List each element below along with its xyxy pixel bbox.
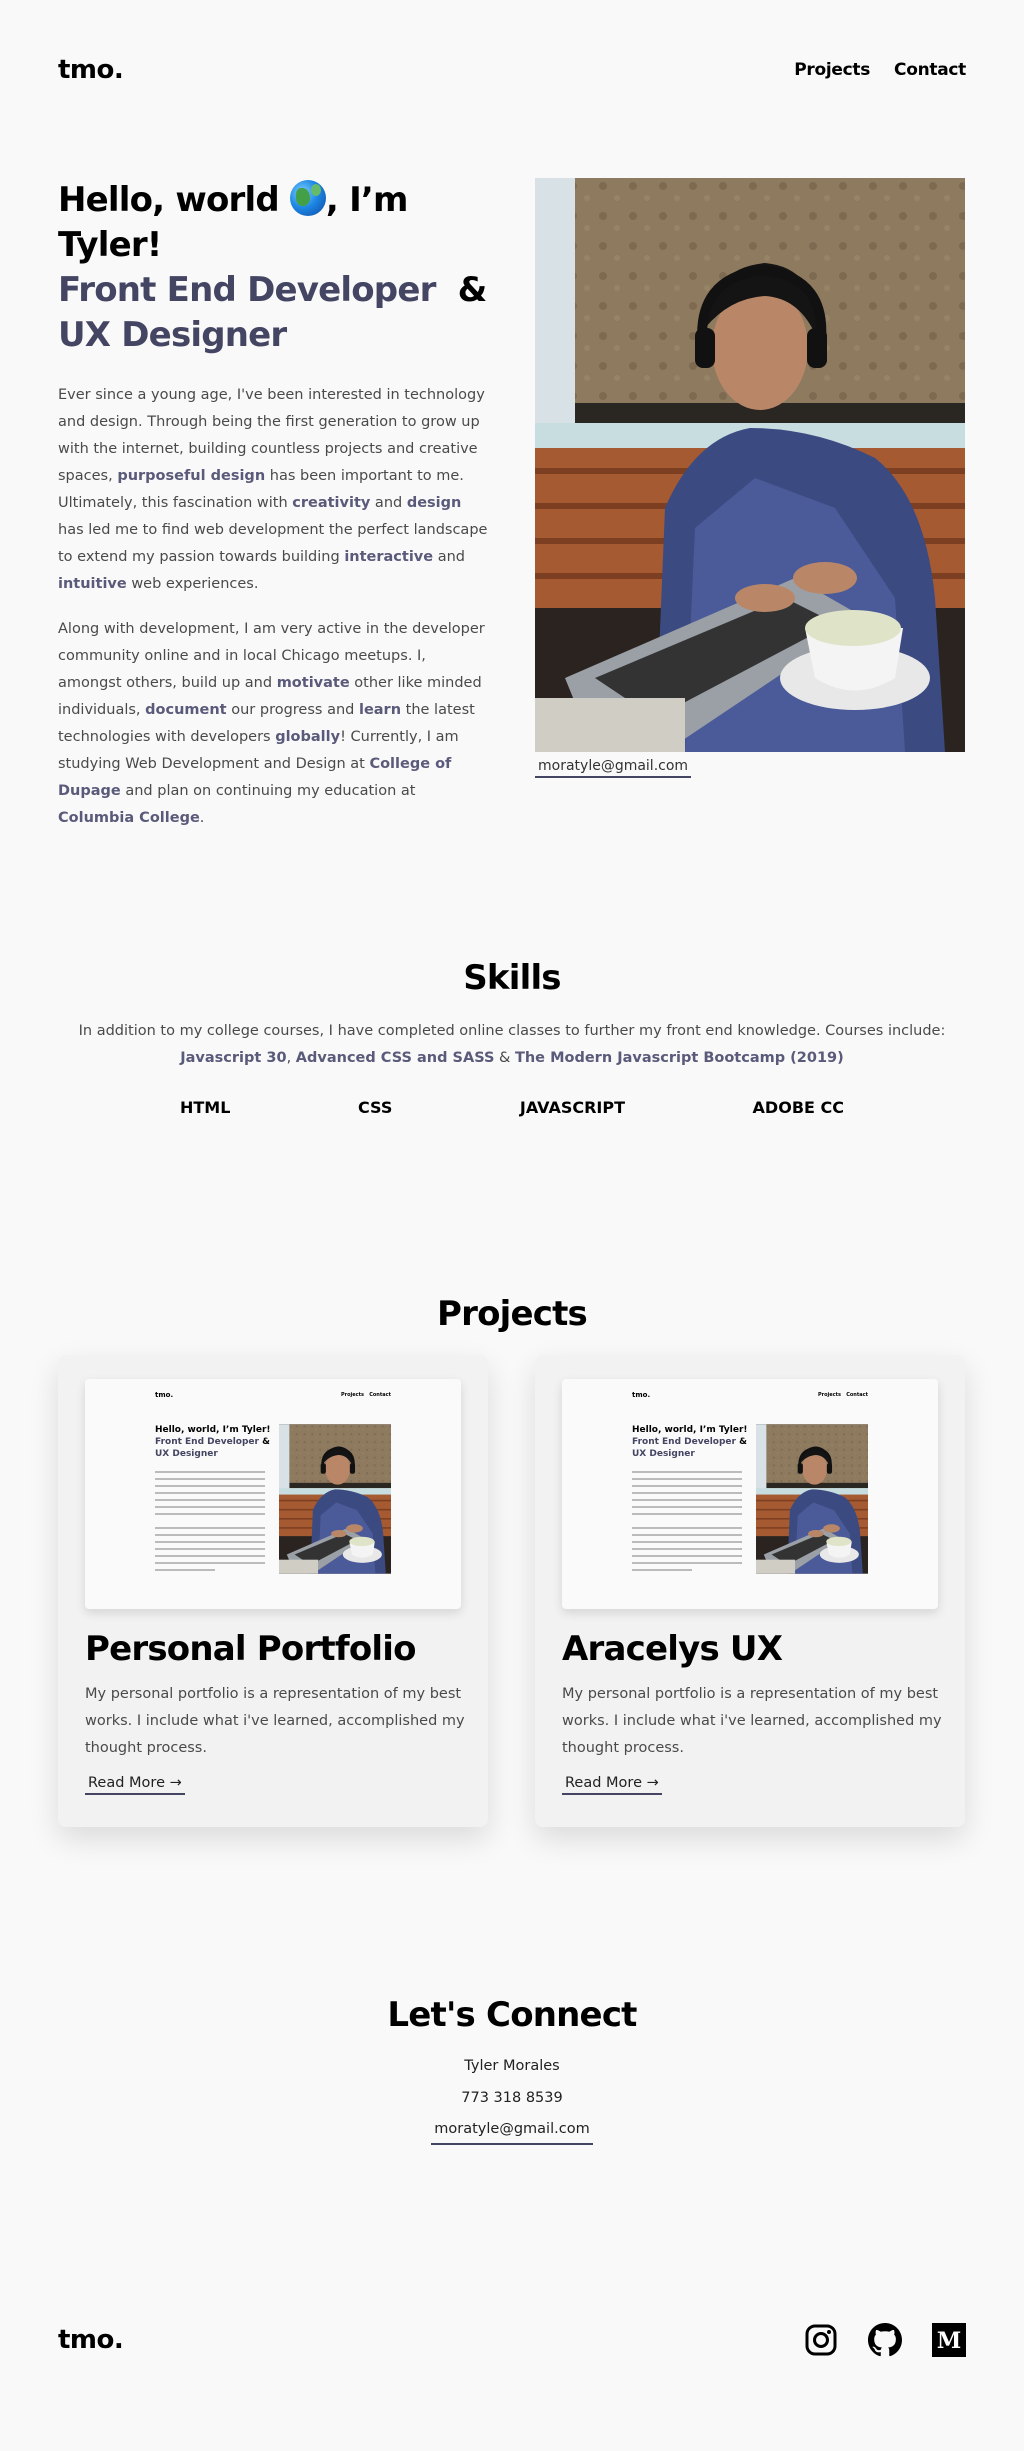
profile-photo [535, 178, 965, 752]
hero-intro: Hello, world , I’m Tyler! Front End Deve… [58, 178, 490, 850]
bio-highlight: globally [275, 729, 341, 745]
svg-text:M: M [937, 2328, 961, 2354]
instagram-icon[interactable] [804, 2323, 838, 2357]
thumbnail-nav: Projects Contact [817, 1392, 868, 1398]
thumbnail-logo: tmo. [632, 1391, 651, 1399]
bio-paragraph-2: Along with development, I am very active… [58, 621, 485, 826]
thumbnail-logo: tmo. [155, 1391, 174, 1399]
bio-highlight: purposeful design [117, 468, 266, 484]
site-footer: tmo. M [58, 2318, 966, 2362]
project-thumbnail[interactable]: tmo. Projects Contact Hello, world, I’m … [85, 1379, 461, 1609]
hero-role-developer: Front End Developer [58, 270, 436, 310]
project-description: My personal portfolio is a representatio… [562, 1686, 942, 1756]
bio-highlight: document [145, 702, 227, 718]
bio-highlight: intuitive [58, 576, 127, 592]
bio-highlight: College of Dupage [58, 756, 452, 799]
projects-title: Projects [436, 1294, 588, 1334]
contact-name: Tyler Morales [464, 2058, 560, 2074]
hero-email-link[interactable]: moratyle@gmail.com [535, 758, 692, 778]
hero-title: Hello, world , I’m Tyler! Front End Deve… [58, 178, 490, 358]
nav-projects-link[interactable]: Projects [794, 60, 870, 80]
course-advanced-css: Advanced CSS and SASS [295, 1050, 495, 1066]
bio-highlight: creativity [292, 495, 371, 511]
social-links: M [804, 2323, 966, 2357]
github-icon[interactable] [868, 2323, 902, 2357]
skills-intro: In addition to my college courses, I hav… [78, 1023, 946, 1039]
project-card[interactable]: tmo. Projects Contact Hello, world, I’m … [58, 1355, 488, 1827]
hero-role-designer: UX Designer [58, 315, 287, 355]
contact-phone[interactable]: 773 318 8539 [0, 2090, 1024, 2106]
site-header: tmo. Projects Contact [58, 50, 966, 90]
course-separator: & [499, 1050, 511, 1066]
medium-icon[interactable]: M [932, 2323, 966, 2357]
project-title: Personal Portfolio [85, 1629, 417, 1669]
thumbnail-title: Hello, world, I’m Tyler! Front End Develo… [632, 1425, 748, 1459]
project-description: My personal portfolio is a representatio… [85, 1686, 465, 1756]
course-separator: , [286, 1050, 292, 1066]
skill-css: CSS [357, 1098, 393, 1117]
arrow-right-icon: → [169, 1775, 182, 1791]
site-logo[interactable]: tmo. [58, 55, 124, 85]
bio-paragraph-1: Ever since a young age, I've been intere… [58, 387, 488, 592]
thumbnail-nav: Projects Contact [340, 1392, 391, 1398]
skills-description: In addition to my college courses, I hav… [0, 1018, 1024, 1072]
bio-highlight: interactive [344, 549, 434, 565]
arrow-right-icon: → [646, 1775, 659, 1791]
hero-ampersand: & [457, 270, 488, 310]
bio-highlight: learn [358, 702, 402, 718]
skills-list: HTML CSS JAVASCRIPT ADOBE CC [180, 1098, 844, 1117]
project-card[interactable]: tmo. Projects Contact Hello, world, I’m … [535, 1355, 965, 1827]
globe-icon [289, 180, 326, 216]
contact-email-link[interactable]: moratyle@gmail.com [431, 2121, 593, 2145]
bio: Ever since a young age, I've been intere… [58, 382, 490, 832]
skill-html: HTML [180, 1098, 231, 1117]
hero-greeting: Hello, world [58, 180, 280, 220]
bio-highlight: motivate [276, 675, 350, 691]
connect-title: Let's Connect [387, 1995, 637, 2035]
skills-title: Skills [463, 958, 561, 998]
thumbnail-photo [279, 1424, 391, 1574]
project-title: Aracelys UX [562, 1629, 783, 1669]
read-more-link[interactable]: Read More → [562, 1775, 662, 1795]
skill-adobe-cc: ADOBE CC [752, 1098, 844, 1117]
read-more-link[interactable]: Read More → [85, 1775, 185, 1795]
main-nav: Projects Contact [794, 60, 966, 80]
thumbnail-title: Hello, world, I’m Tyler! Front End Develo… [155, 1425, 271, 1459]
nav-contact-link[interactable]: Contact [894, 60, 966, 80]
course-js-bootcamp: The Modern Javascript Bootcamp (2019) [514, 1050, 844, 1066]
bio-highlight: Columbia College [58, 810, 200, 826]
skill-javascript: JAVASCRIPT [519, 1098, 625, 1117]
bio-highlight: design [406, 495, 462, 511]
thumbnail-photo [756, 1424, 868, 1574]
project-thumbnail[interactable]: tmo. Projects Contact Hello, world, I’m … [562, 1379, 938, 1609]
course-javascript30: Javascript 30 [180, 1050, 287, 1066]
footer-logo[interactable]: tmo. [58, 2325, 124, 2355]
